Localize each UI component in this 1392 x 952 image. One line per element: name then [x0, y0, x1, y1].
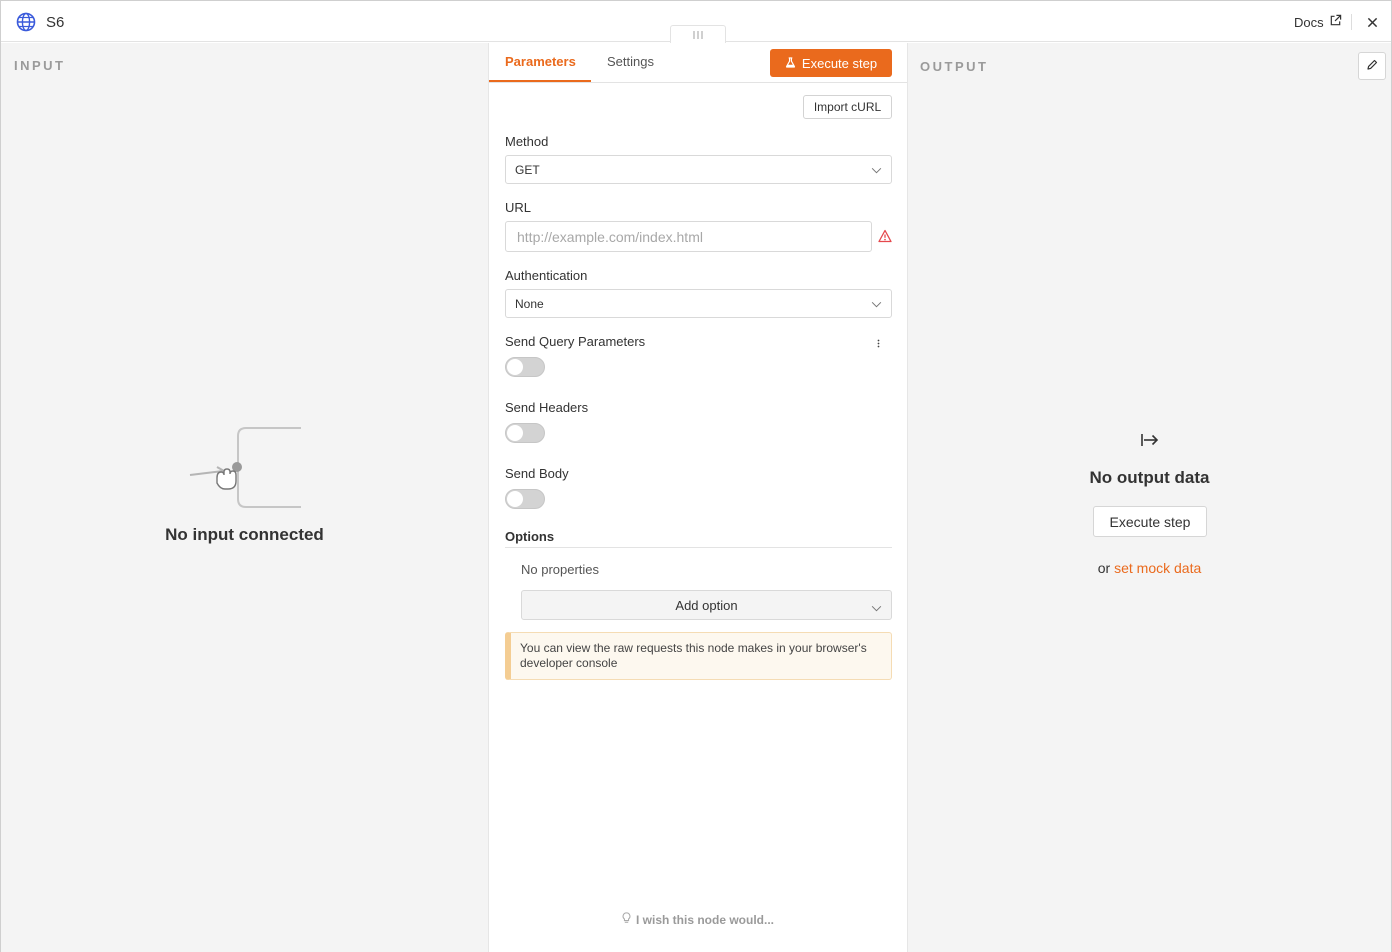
kebab-menu-icon[interactable]: [873, 336, 883, 350]
docs-link[interactable]: Docs: [1294, 14, 1342, 30]
feedback-text: I wish this node would...: [636, 912, 774, 927]
output-panel: OUTPUT No output data Execute step or se…: [908, 43, 1391, 952]
toggle-knob: [507, 359, 523, 375]
send-headers-toggle[interactable]: [505, 423, 545, 443]
send-query-toggle[interactable]: [505, 357, 545, 377]
authentication-label: Authentication: [505, 268, 588, 283]
output-heading: OUTPUT: [920, 59, 989, 74]
node-details-modal: S6 Docs INPUT No input connected Paramet…: [0, 0, 1392, 952]
active-tab-indicator: [489, 80, 591, 82]
tab-bar: Parameters Settings Execute step: [489, 43, 907, 83]
chevron-down-icon: [871, 297, 882, 311]
chevron-down-icon: [871, 600, 882, 615]
edit-output-button[interactable]: [1358, 52, 1386, 80]
no-properties-text: No properties: [521, 562, 600, 577]
authentication-value: None: [515, 296, 544, 311]
no-input-illustration: [189, 427, 301, 508]
feedback-link[interactable]: I wish this node would...: [489, 912, 907, 927]
set-mock-data-link[interactable]: set mock data: [1114, 560, 1201, 576]
tab-settings[interactable]: Settings: [607, 54, 654, 69]
import-curl-button[interactable]: Import cURL: [803, 95, 892, 119]
flask-icon: [785, 56, 796, 71]
lightbulb-icon: [622, 912, 631, 927]
header-divider: [1351, 14, 1352, 30]
mock-data-line: or set mock data: [908, 560, 1391, 576]
input-panel: INPUT No input connected: [1, 43, 488, 952]
drag-handle-icon[interactable]: [670, 25, 726, 43]
output-execute-step-button[interactable]: Execute step: [1093, 506, 1207, 537]
close-icon[interactable]: [1363, 13, 1381, 31]
or-text: or: [1097, 560, 1111, 576]
tab-parameters[interactable]: Parameters: [505, 54, 576, 69]
send-query-label: Send Query Parameters: [505, 334, 646, 349]
toggle-knob: [507, 425, 523, 441]
input-heading: INPUT: [14, 58, 66, 73]
pencil-icon: [1366, 59, 1378, 74]
method-select[interactable]: GET: [505, 155, 892, 184]
modal-header: S6 Docs: [1, 1, 1391, 43]
arrow-right-to-line-icon: [1140, 431, 1160, 449]
node-title[interactable]: S6: [46, 14, 64, 31]
toggle-knob: [507, 491, 523, 507]
authentication-select[interactable]: None: [505, 289, 892, 318]
no-input-message: No input connected: [165, 525, 324, 544]
method-value: GET: [515, 162, 540, 177]
execute-step-label: Execute step: [801, 55, 878, 71]
add-option-label: Add option: [675, 597, 738, 613]
docs-label: Docs: [1294, 14, 1324, 30]
send-body-toggle[interactable]: [505, 489, 545, 509]
chevron-down-icon: [871, 163, 882, 177]
method-label: Method: [505, 134, 549, 149]
parameters-panel: Parameters Settings Execute step Import …: [488, 43, 908, 952]
send-body-label: Send Body: [505, 466, 569, 481]
add-option-button[interactable]: Add option: [521, 590, 892, 620]
no-output-message: No output data: [1089, 468, 1210, 487]
execute-step-button[interactable]: Execute step: [770, 49, 892, 77]
send-headers-label: Send Headers: [505, 400, 589, 415]
info-notice: You can view the raw requests this node …: [505, 632, 892, 680]
url-label: URL: [505, 200, 532, 215]
external-link-icon: [1329, 14, 1342, 30]
warning-icon: [878, 229, 892, 243]
options-divider: [505, 547, 892, 548]
options-label: Options: [505, 529, 555, 544]
url-input[interactable]: [505, 221, 872, 252]
globe-icon: [16, 12, 36, 32]
